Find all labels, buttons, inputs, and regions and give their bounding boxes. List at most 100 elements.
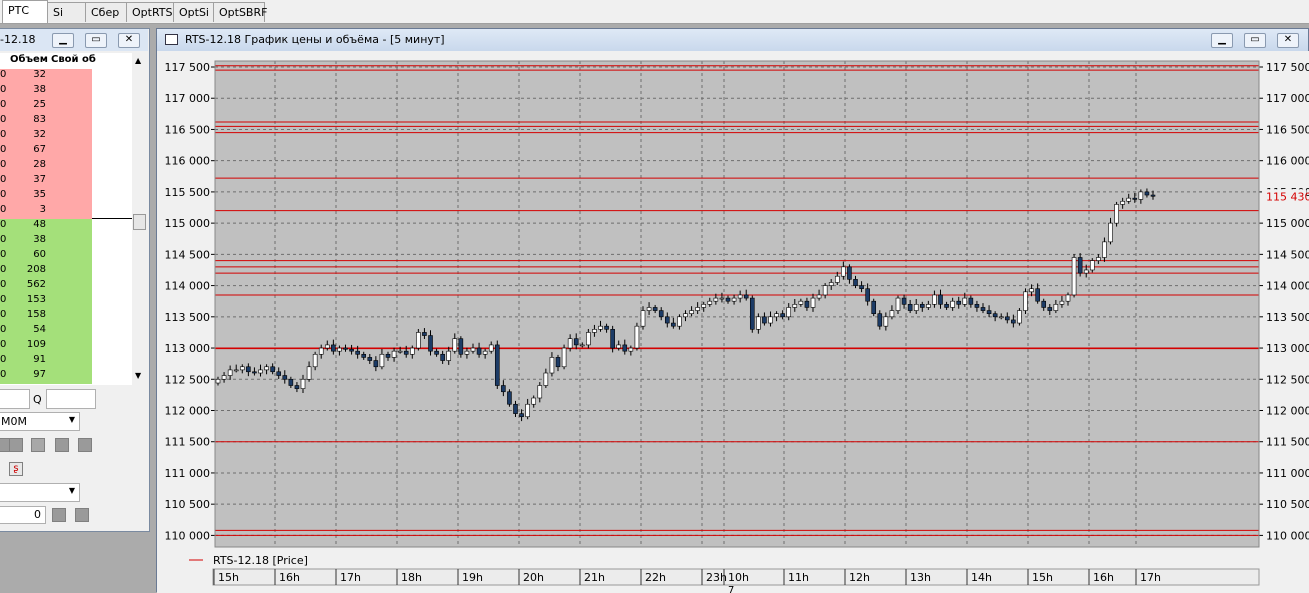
quantity-up-button[interactable]: [75, 508, 89, 522]
candle: [616, 344, 622, 349]
quantity-field[interactable]: 0: [0, 506, 46, 524]
x-tick-label: 21h: [584, 571, 605, 584]
candle: [252, 371, 257, 374]
volume-cell: 208: [26, 264, 46, 275]
candle: [531, 397, 537, 405]
x-tick-label: 19h: [462, 571, 483, 584]
volume-cell: 91: [33, 354, 46, 365]
candle: [1132, 197, 1138, 200]
quantity-field-top[interactable]: [46, 389, 96, 409]
ask-row[interactable]: 0 83: [0, 114, 132, 129]
candle: [367, 357, 373, 361]
ask-row[interactable]: 0 28: [0, 159, 132, 174]
tool-button-4[interactable]: [55, 438, 69, 452]
candle: [998, 316, 1004, 319]
candle: [1114, 204, 1119, 224]
candle: [822, 285, 828, 296]
y-tick-label-left: 110 500: [165, 498, 211, 511]
bid-row[interactable]: 0 91: [0, 354, 132, 369]
account-select[interactable]: ▼: [0, 483, 80, 502]
candle: [318, 347, 324, 355]
bid-row[interactable]: 0 48: [0, 219, 132, 234]
ask-row[interactable]: 0 35: [0, 189, 132, 204]
volume-cell: 28: [33, 159, 46, 170]
y-tick-label-left: 114 000: [165, 280, 211, 293]
price-field[interactable]: [0, 389, 30, 409]
candle: [1138, 191, 1144, 200]
candle: [926, 304, 931, 308]
ask-row[interactable]: 0 25: [0, 99, 132, 114]
candle: [847, 266, 852, 280]
candle: [956, 300, 962, 305]
candle: [980, 307, 986, 311]
tool-button-5[interactable]: [78, 438, 92, 452]
order-book-scrollbar[interactable]: ▲ ▼: [132, 53, 148, 385]
ask-row[interactable]: 0 37: [0, 174, 132, 189]
mode-select[interactable]: М0М ▼: [0, 412, 80, 431]
own-volume-cell: [52, 234, 92, 249]
price-chart[interactable]: 117 500 117 500 117 000 117 000 116 500 116 5…: [157, 29, 1309, 593]
bid-row[interactable]: 0 109: [0, 339, 132, 354]
candle: [871, 300, 877, 314]
bid-row[interactable]: 0 158: [0, 309, 132, 324]
y-tick-label-left: 114 500: [165, 248, 211, 261]
bid-row[interactable]: 0 208: [0, 264, 132, 279]
tab-optrts[interactable]: OptRTS: [126, 2, 174, 22]
x-tick-label: 17h: [340, 571, 361, 584]
candle: [555, 357, 561, 368]
tab-optsi[interactable]: OptSi: [173, 2, 214, 22]
ask-row[interactable]: 03: [0, 204, 132, 219]
volume-cell: 60: [33, 249, 46, 260]
candle: [537, 385, 543, 399]
ask-row[interactable]: 0 67: [0, 144, 132, 159]
volume-cell: 153: [26, 294, 46, 305]
y-tick-label-right: 113 000: [1266, 342, 1309, 355]
order-book-titlebar: -12.18 ▁ ▭ ✕: [0, 29, 148, 51]
ask-row[interactable]: 0 32: [0, 69, 132, 84]
price-cell: 0: [0, 84, 7, 95]
close-button[interactable]: ✕: [118, 33, 140, 48]
candle: [889, 310, 895, 318]
candle: [907, 304, 913, 311]
bid-row[interactable]: 0 562: [0, 279, 132, 294]
bid-row[interactable]: 0 38: [0, 234, 132, 249]
scroll-thumb[interactable]: [133, 214, 146, 230]
candle: [543, 372, 549, 386]
candle: [385, 353, 391, 358]
order-book-window: -12.18 ▁ ▭ ✕ Объем Свой об 0 32 0 38 0 25 0 83 0…: [0, 28, 150, 532]
cancel-orders-icon[interactable]: ʂ: [9, 462, 23, 476]
own-volume-cell: [52, 219, 92, 234]
candle: [883, 316, 889, 327]
y-tick-label-right: 111 500: [1266, 436, 1309, 449]
price-cell: 0: [0, 99, 7, 110]
minimize-button[interactable]: ▁: [52, 33, 74, 48]
ask-row[interactable]: 0 38: [0, 84, 132, 99]
bid-row[interactable]: 0 54: [0, 324, 132, 339]
candle: [901, 297, 907, 305]
own-volume-cell: [52, 189, 92, 204]
candle: [816, 294, 822, 299]
maximize-button[interactable]: ▭: [85, 33, 107, 48]
x-tick-label: 18h: [401, 571, 422, 584]
candle: [743, 294, 749, 299]
candle: [312, 353, 318, 368]
candle: [294, 385, 300, 389]
tab-sber[interactable]: Сбер: [85, 2, 127, 22]
bid-row[interactable]: 0 60: [0, 249, 132, 264]
tool-button-2[interactable]: [9, 438, 23, 452]
bid-row[interactable]: 0 97: [0, 369, 132, 384]
quantity-down-button[interactable]: [52, 508, 66, 522]
tab-optsbrf[interactable]: OptSBRF: [213, 2, 267, 22]
tab-si[interactable]: Si: [47, 2, 86, 22]
bid-row[interactable]: 0 153: [0, 294, 132, 309]
y-tick-label-left: 117 000: [165, 92, 211, 105]
ask-row[interactable]: 0 32: [0, 129, 132, 144]
candle: [501, 385, 506, 393]
candle: [974, 304, 980, 308]
order-list-button[interactable]: [31, 438, 45, 452]
own-volume-cell: [52, 174, 92, 189]
scroll-up-icon[interactable]: ▲: [135, 56, 141, 65]
y-tick-label-left: 116 000: [165, 155, 211, 168]
scroll-down-icon[interactable]: ▼: [135, 371, 141, 380]
tab-rts[interactable]: РТС: [2, 0, 48, 23]
